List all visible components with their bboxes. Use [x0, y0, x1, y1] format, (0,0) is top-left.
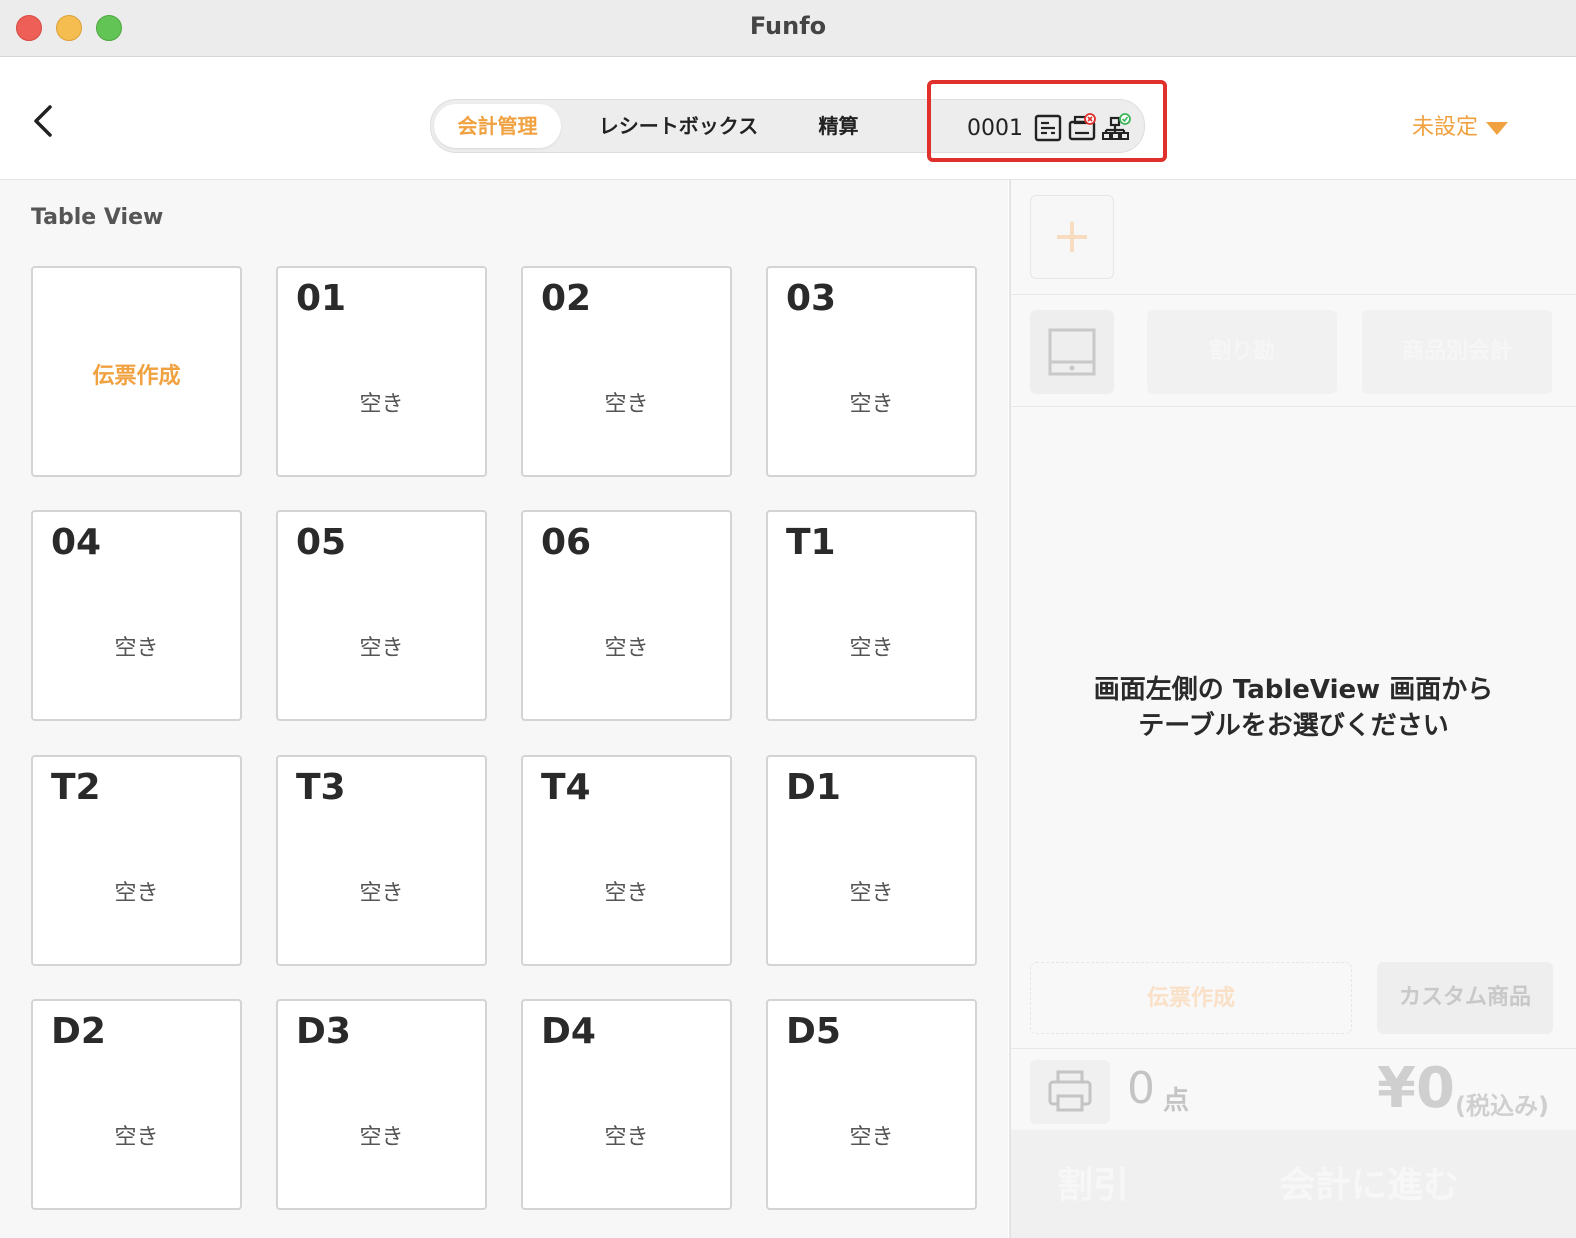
- caret-down-icon: [1486, 121, 1509, 135]
- table-tile[interactable]: 06 空き: [521, 510, 732, 721]
- table-number: 01: [296, 278, 347, 319]
- table-view-pane: Table View 伝票作成 01 空き 02 空き 03 空き 04 空き: [0, 180, 1008, 1238]
- table-tile[interactable]: D2 空き: [31, 999, 242, 1210]
- divider: [1011, 294, 1576, 295]
- add-button[interactable]: +: [1030, 195, 1114, 279]
- split-bill-button[interactable]: 割り勘: [1147, 310, 1337, 394]
- table-number: T1: [786, 522, 836, 563]
- table-number: D2: [51, 1011, 106, 1052]
- table-status: 空き: [359, 392, 404, 417]
- create-slip-tile[interactable]: 伝票作成: [31, 266, 242, 477]
- table-status: 空き: [849, 881, 894, 906]
- table-status: 空き: [604, 881, 649, 906]
- table-tile[interactable]: T3 空き: [276, 755, 487, 966]
- cash-drawer-button[interactable]: [1030, 310, 1114, 394]
- order-panel: + 割り勘 商品別会計 画面左側の TableView 画面から テーブルをお選…: [1009, 180, 1576, 1238]
- item-count: 0: [1127, 1063, 1155, 1114]
- table-number: D1: [786, 767, 841, 808]
- table-view-title: Table View: [31, 205, 164, 230]
- table-tile[interactable]: D5 空き: [766, 999, 977, 1210]
- table-number: 05: [296, 522, 347, 563]
- table-status: 空き: [359, 636, 404, 661]
- table-number: T4: [541, 767, 591, 808]
- create-slip-button[interactable]: 伝票作成: [1030, 962, 1352, 1034]
- table-status: 空き: [849, 1125, 894, 1150]
- table-number: 02: [541, 278, 592, 319]
- message-line-1: 画面左側の TableView 画面から: [1093, 675, 1494, 705]
- table-number: D4: [541, 1011, 596, 1052]
- table-tile[interactable]: 03 空き: [766, 266, 977, 477]
- print-button[interactable]: [1030, 1060, 1110, 1124]
- custom-item-button[interactable]: カスタム商品: [1377, 962, 1553, 1034]
- printer-icon: [1048, 1070, 1092, 1112]
- table-number: D5: [786, 1011, 841, 1052]
- table-number: 04: [51, 522, 102, 563]
- device-status-highlight: [927, 80, 1167, 162]
- table-tile[interactable]: 05 空き: [276, 510, 487, 721]
- create-slip-label: 伝票作成: [92, 364, 181, 389]
- table-number: 03: [786, 278, 837, 319]
- table-status: 空き: [604, 1125, 649, 1150]
- table-status: 空き: [849, 392, 894, 417]
- table-status: 空き: [359, 1125, 404, 1150]
- divider: [1011, 406, 1576, 407]
- table-tile[interactable]: D1 空き: [766, 755, 977, 966]
- cash-drawer-icon: [1048, 328, 1096, 376]
- action-bar: 割引 会計に進む: [1011, 1130, 1576, 1238]
- tab-receipt-box[interactable]: レシートボックス: [581, 104, 776, 148]
- table-status: 空き: [114, 1125, 159, 1150]
- app-window: Funfo 会計管理 レシートボックス 精算 0001 未設定 Table Vi…: [0, 0, 1576, 1238]
- table-status: 空き: [114, 636, 159, 661]
- total-amount: ¥0: [1377, 1056, 1455, 1121]
- table-tile[interactable]: 02 空き: [521, 266, 732, 477]
- discount-button[interactable]: 割引: [1057, 1156, 1129, 1208]
- window-title: Funfo: [749, 12, 827, 40]
- header: 会計管理 レシートボックス 精算 0001 未設定: [0, 57, 1576, 180]
- tab-settlement[interactable]: 精算: [801, 104, 876, 148]
- tax-included-note: (税込み): [1455, 1092, 1549, 1120]
- message-line-2: テーブルをお選びください: [1138, 711, 1449, 741]
- select-table-message: 画面左側の TableView 画面から テーブルをお選びください: [1011, 672, 1576, 744]
- table-tile[interactable]: 04 空き: [31, 510, 242, 721]
- status-dropdown[interactable]: 未設定: [1412, 109, 1509, 141]
- table-status: 空き: [604, 392, 649, 417]
- title-bar: Funfo: [0, 0, 1576, 57]
- chevron-left-icon: [34, 105, 52, 137]
- table-tile[interactable]: D3 空き: [276, 999, 487, 1210]
- status-dropdown-label: 未設定: [1412, 115, 1479, 140]
- back-button[interactable]: [24, 101, 64, 141]
- table-tile[interactable]: T4 空き: [521, 755, 732, 966]
- table-tile[interactable]: 01 空き: [276, 266, 487, 477]
- plus-icon: +: [1051, 208, 1093, 264]
- table-status: 空き: [359, 881, 404, 906]
- checkout-button[interactable]: 会計に進む: [1279, 1156, 1459, 1208]
- divider: [1011, 1048, 1576, 1049]
- tab-accounting[interactable]: 会計管理: [434, 104, 561, 148]
- table-number: D3: [296, 1011, 351, 1052]
- item-count-unit: 点: [1163, 1086, 1190, 1116]
- table-tile[interactable]: D4 空き: [521, 999, 732, 1210]
- table-status: 空き: [604, 636, 649, 661]
- table-number: 06: [541, 522, 592, 563]
- table-status: 空き: [849, 636, 894, 661]
- table-status: 空き: [114, 881, 159, 906]
- table-number: T3: [296, 767, 346, 808]
- item-split-button[interactable]: 商品別会計: [1362, 310, 1552, 394]
- table-tile[interactable]: T2 空き: [31, 755, 242, 966]
- table-number: T2: [51, 767, 101, 808]
- table-tile[interactable]: T1 空き: [766, 510, 977, 721]
